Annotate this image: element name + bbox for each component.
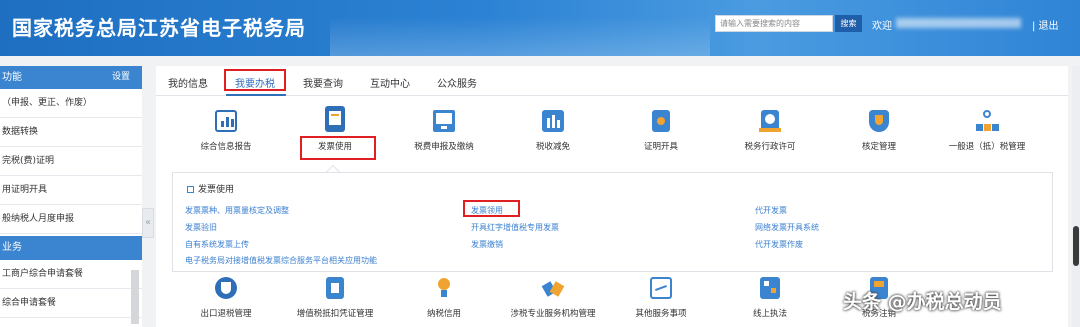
func-certificate[interactable]: 证明开具	[611, 110, 711, 152]
func-online-enforcement[interactable]: 线上执法	[720, 277, 820, 319]
sidebar-item-combined-package[interactable]: 综合申请套餐	[0, 289, 142, 318]
sidebar-item-declare[interactable]: （申报、更正、作废）	[0, 89, 142, 118]
sidebar-section-functions: 功能 设置	[0, 66, 142, 89]
link-online-invoice-system[interactable]: 网络发票开具系统	[755, 222, 819, 233]
header-bar: 国家税务总局江苏省电子税务局 请输入需要搜索的内容 搜索 欢迎 | 退出	[0, 0, 1080, 56]
list-icon	[187, 186, 194, 193]
sidebar-item-business-package[interactable]: 工商户综合申请套餐	[0, 260, 142, 289]
highlight-invoice-claim-box	[463, 200, 520, 217]
tab-interaction[interactable]: 互动中心	[370, 75, 410, 90]
link-red-vat-invoice[interactable]: 开具红字增值税专用发票	[471, 222, 559, 233]
func-label: 出口退税管理	[200, 309, 252, 319]
link-proxy-invoice-void[interactable]: 代开发票作废	[755, 239, 803, 250]
collapse-sidebar-button[interactable]: «	[142, 208, 154, 238]
tab-bar: 我的信息 我要办税 我要查询 互动中心 公众服务	[156, 66, 1068, 96]
vat-deduction-icon	[326, 277, 344, 299]
func-label: 税务行政许可	[744, 142, 796, 152]
func-label: 线上执法	[752, 309, 787, 319]
func-verification[interactable]: 核定管理	[829, 110, 929, 152]
func-tax-refund[interactable]: 一般退（抵）税管理	[937, 110, 1037, 152]
tab-my-info[interactable]: 我的信息	[168, 75, 208, 90]
tab-query[interactable]: 我要查询	[303, 75, 343, 90]
link-platform-integration[interactable]: 电子税务局对接增值税发票综合服务平台相关应用功能	[185, 255, 377, 266]
page-scrollbar-thumb[interactable]	[1073, 226, 1079, 266]
func-label: 税收减免	[535, 142, 570, 152]
left-sidebar: 功能 设置 （申报、更正、作废） 数据转换 完税(费)证明 用证明开具 般纳税人…	[0, 66, 142, 327]
highlight-invoice-box	[300, 136, 376, 160]
func-info-report[interactable]: 综合信息报告	[176, 110, 276, 152]
submenu-title: 发票使用	[187, 182, 234, 195]
admin-license-icon	[759, 110, 781, 132]
chart-report-icon	[215, 110, 237, 132]
screen-icon	[650, 277, 672, 299]
certificate-icon	[652, 110, 670, 132]
link-own-system-upload[interactable]: 自有系统发票上传	[185, 239, 249, 250]
logout-link[interactable]: | 退出	[1032, 17, 1059, 32]
search-input[interactable]: 请输入需要搜索的内容	[715, 15, 833, 32]
law-icon	[760, 277, 780, 299]
sidebar-section-title: 功能	[2, 72, 22, 83]
func-label: 其他服务事项	[635, 309, 687, 319]
link-invoice-cancel[interactable]: 发票缴销	[471, 239, 503, 250]
link-invoice-type-adjust[interactable]: 发票票种、用票量核定及调整	[185, 205, 289, 216]
sidebar-item-data-convert[interactable]: 数据转换	[0, 118, 142, 147]
bulb-icon	[433, 277, 455, 299]
func-label: 纳税信用	[426, 309, 461, 319]
func-label: 增值税抵扣凭证管理	[296, 309, 374, 319]
sidebar-item-monthly-declare[interactable]: 般纳税人月度申报	[0, 205, 142, 234]
reduction-icon	[542, 110, 564, 132]
func-tax-declare[interactable]: 税费申报及缴纳	[394, 110, 494, 152]
sidebar-item-tax-certificate[interactable]: 完税(费)证明	[0, 147, 142, 176]
func-label: 综合信息报告	[200, 142, 252, 152]
func-label: 核定管理	[861, 142, 896, 152]
tab-public-service[interactable]: 公众服务	[437, 75, 477, 90]
page-scrollbar[interactable]	[1072, 66, 1080, 327]
func-tax-credit[interactable]: 纳税信用	[394, 277, 494, 319]
export-refund-icon	[215, 277, 237, 299]
func-label: 证明开具	[643, 142, 678, 152]
sidebar-section-business: 业务	[0, 236, 142, 260]
func-label: 一般退（抵）税管理	[948, 142, 1026, 152]
highlight-tab-box	[224, 69, 286, 91]
func-label: 税费申报及缴纳	[414, 142, 474, 152]
func-vat-deduction[interactable]: 增值税抵扣凭证管理	[285, 277, 385, 319]
watermark-text: 头条 @办税总动员	[843, 291, 1002, 313]
invoice-submenu: 发票使用 发票票种、用票量核定及调整 发票验旧 自有系统发票上传 电子税务局对接…	[172, 172, 1053, 272]
great-wall-banner-image	[330, 0, 710, 56]
monitor-icon	[433, 110, 455, 132]
settings-link[interactable]: 设置	[112, 66, 130, 89]
welcome-text: 欢迎	[872, 21, 892, 32]
site-title: 国家税务总局江苏省电子税务局	[12, 16, 306, 40]
active-tab-indicator	[226, 94, 286, 96]
blurred-username	[896, 18, 1021, 28]
func-admin-license[interactable]: 税务行政许可	[720, 110, 820, 152]
handshake-icon	[541, 277, 565, 299]
func-label: 涉税专业服务机构管理	[510, 309, 596, 319]
sidebar-item-certificate-issue[interactable]: 用证明开具	[0, 176, 142, 205]
func-export-refund[interactable]: 出口退税管理	[176, 277, 276, 319]
func-agency-management[interactable]: 涉税专业服务机构管理	[503, 277, 603, 319]
link-proxy-invoice[interactable]: 代开发票	[755, 205, 787, 216]
shield-icon	[869, 110, 889, 132]
link-invoice-check-old[interactable]: 发票验旧	[185, 222, 217, 233]
func-tax-reduction[interactable]: 税收减免	[503, 110, 603, 152]
org-tree-icon	[976, 110, 999, 132]
invoice-icon	[325, 106, 345, 132]
search-button[interactable]: 搜索	[835, 15, 862, 32]
sidebar-scrollbar[interactable]	[131, 270, 139, 324]
func-other-services[interactable]: 其他服务事项	[611, 277, 711, 319]
